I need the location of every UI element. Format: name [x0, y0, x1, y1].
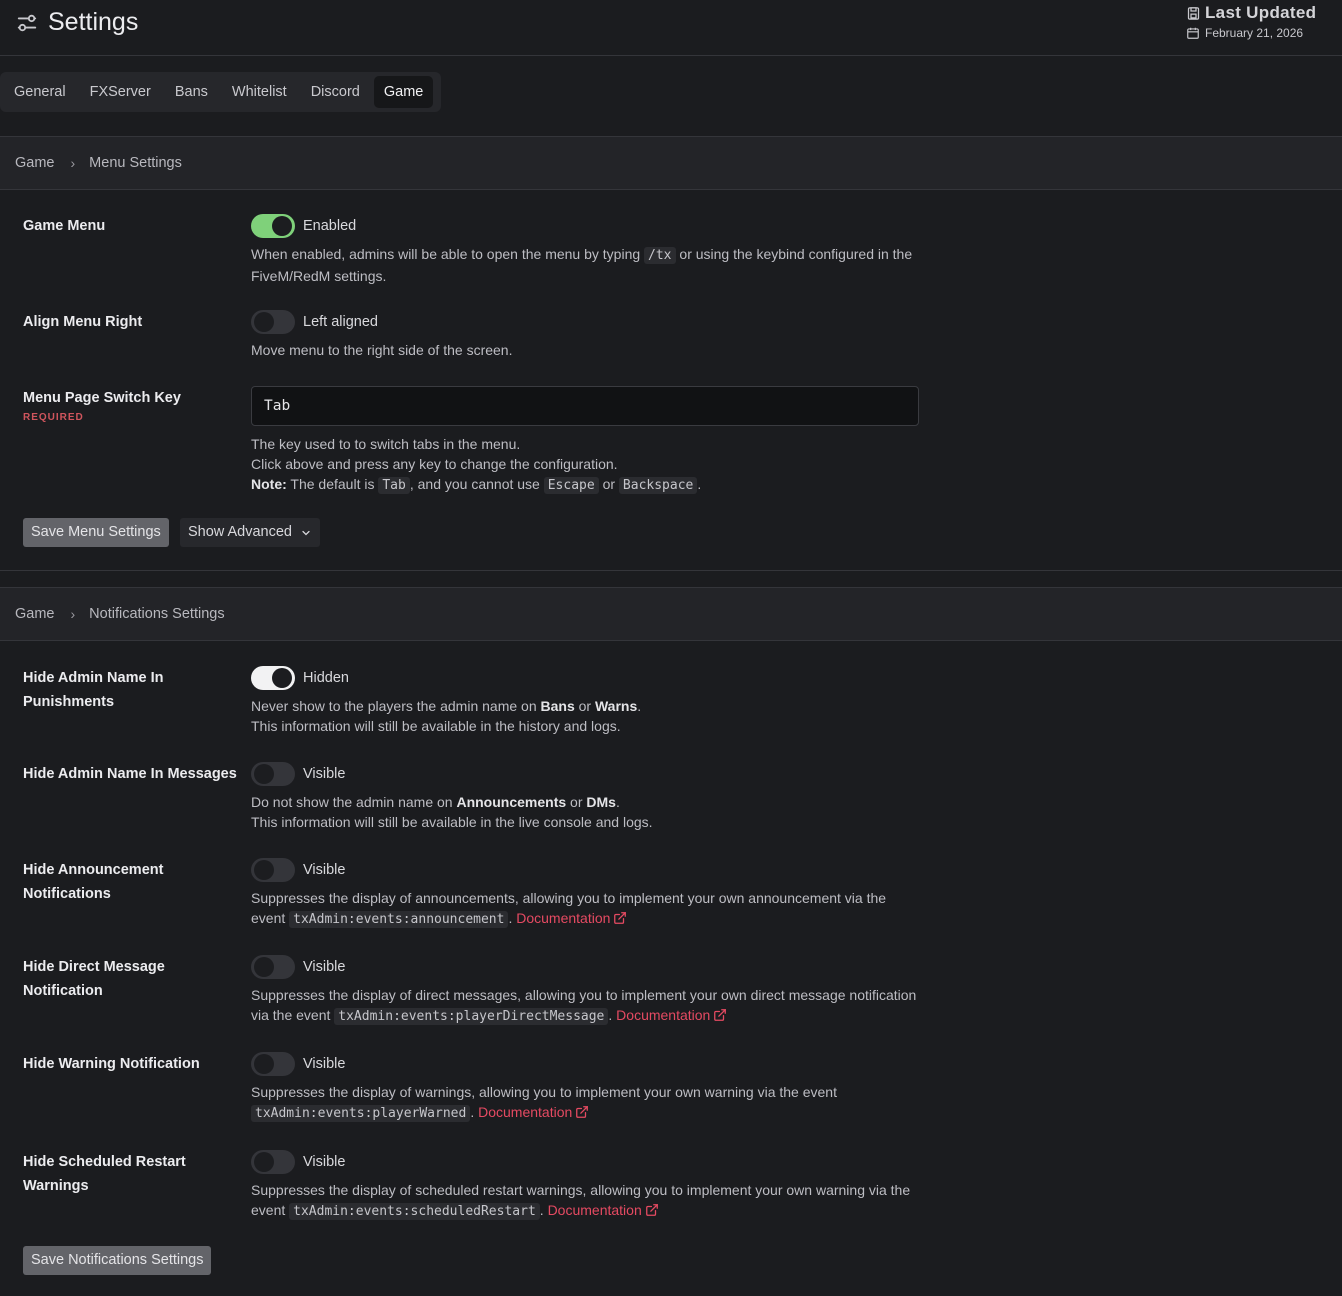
hide-announce-state: Visible — [303, 862, 346, 878]
game-menu-state: Enabled — [303, 218, 357, 234]
tab-whitelist[interactable]: Whitelist — [222, 76, 297, 108]
tab-game[interactable]: Game — [373, 76, 434, 108]
hide-restart-label: Hide Scheduled Restart Warnings — [23, 1154, 186, 1194]
hide-admin-msg-label: Hide Admin Name In Messages — [23, 766, 237, 782]
breadcrumb-page: Notifications Settings — [89, 606, 225, 622]
documentation-link[interactable]: Documentation — [478, 1104, 589, 1120]
chevron-right-icon: › — [70, 606, 76, 622]
hide-warning-toggle[interactable] — [251, 1052, 295, 1076]
hide-admin-msg-toggle[interactable] — [251, 762, 295, 786]
breadcrumb: Game › Notifications Settings — [0, 588, 1342, 641]
save-notifications-settings-button[interactable]: Save Notifications Settings — [23, 1246, 212, 1275]
hide-dm-toggle[interactable] — [251, 955, 295, 979]
menu-settings-card: Game › Menu Settings Game Menu Enabled W… — [0, 136, 1342, 571]
hide-admin-punish-description: Never show to the players the admin name… — [251, 698, 642, 734]
settings-sliders-icon — [17, 14, 37, 31]
switch-key-input[interactable]: Tab — [251, 386, 919, 426]
breadcrumb-page: Menu Settings — [89, 155, 182, 171]
tab-fxserver[interactable]: FXServer — [80, 76, 161, 108]
external-link-icon — [614, 912, 627, 924]
required-badge: REQUIRED — [23, 412, 84, 423]
hide-announce-description: Suppresses the display of announcements,… — [251, 890, 887, 928]
tab-discord[interactable]: Discord — [301, 76, 370, 108]
breadcrumb-root: Game — [15, 606, 55, 622]
game-menu-toggle[interactable] — [251, 214, 295, 238]
hide-announce-label: Hide Announcement Notifications — [23, 862, 164, 902]
settings-tabs: General FXServer Bans Whitelist Discord … — [0, 72, 442, 112]
align-menu-label: Align Menu Right — [23, 314, 143, 330]
show-advanced-button[interactable]: Show Advanced — [180, 518, 320, 547]
breadcrumb: Game › Menu Settings — [0, 137, 1342, 190]
hide-dm-description: Suppresses the display of direct message… — [251, 987, 917, 1025]
hide-warning-description: Suppresses the display of warnings, allo… — [251, 1084, 837, 1122]
hide-announce-toggle[interactable] — [251, 858, 295, 882]
chevron-down-icon — [302, 530, 310, 535]
documentation-link[interactable]: Documentation — [516, 910, 627, 926]
align-menu-description: Move menu to the right side of the scree… — [251, 342, 513, 358]
last-updated-title: Last Updated — [1205, 3, 1317, 22]
hide-warning-state: Visible — [303, 1056, 346, 1072]
game-menu-label: Game Menu — [23, 218, 106, 234]
hide-dm-label: Hide Direct Message Notification — [23, 959, 165, 999]
last-updated-date: February 21, 2026 — [1205, 26, 1304, 40]
align-menu-state: Left aligned — [303, 314, 378, 330]
hide-restart-description: Suppresses the display of scheduled rest… — [251, 1182, 911, 1220]
external-link-icon — [576, 1106, 589, 1118]
hide-warning-label: Hide Warning Notification — [23, 1056, 200, 1072]
game-menu-description: When enabled, admins will be able to ope… — [251, 246, 913, 284]
chevron-right-icon: › — [70, 155, 76, 171]
switch-key-label: Menu Page Switch Key REQUIRED — [23, 386, 238, 426]
tab-general[interactable]: General — [4, 76, 76, 108]
last-updated: Last Updated February 21, 2026 — [1186, 3, 1326, 40]
calendar-icon — [1187, 27, 1199, 39]
hide-admin-msg-state: Visible — [303, 766, 346, 782]
tab-bans[interactable]: Bans — [165, 76, 218, 108]
hide-admin-punish-label: Hide Admin Name In Punishments — [23, 670, 164, 710]
breadcrumb-root: Game — [15, 155, 55, 171]
hide-restart-state: Visible — [303, 1154, 346, 1170]
switch-key-description: The key used to to switch tabs in the me… — [251, 436, 702, 494]
hide-restart-toggle[interactable] — [251, 1150, 295, 1174]
hide-admin-punish-state: Hidden — [303, 670, 349, 686]
page-title: Settings — [48, 8, 139, 36]
external-link-icon — [645, 1204, 658, 1216]
hide-admin-punish-toggle[interactable] — [251, 666, 295, 690]
hide-dm-state: Visible — [303, 959, 346, 975]
align-menu-toggle[interactable] — [251, 310, 295, 334]
save-icon — [1187, 6, 1200, 20]
documentation-link[interactable]: Documentation — [616, 1007, 727, 1023]
notifications-settings-card: Game › Notifications Settings Hide Admin… — [0, 587, 1342, 1296]
documentation-link[interactable]: Documentation — [548, 1202, 659, 1218]
save-menu-settings-button[interactable]: Save Menu Settings — [23, 518, 169, 547]
header-title-wrap: Settings — [16, 8, 138, 37]
external-link-icon — [714, 1009, 727, 1021]
hide-admin-msg-description: Do not show the admin name on Announceme… — [251, 794, 653, 830]
page-header: Settings Last Updated February 21, 2026 — [0, 0, 1342, 56]
